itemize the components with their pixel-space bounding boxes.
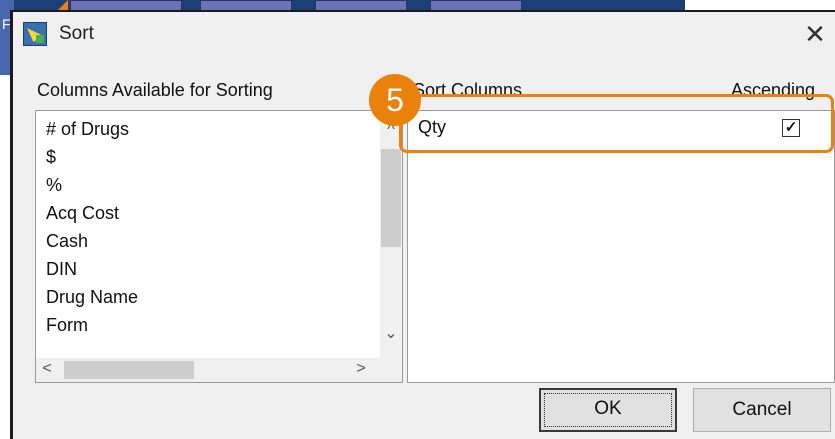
list-item[interactable]: % (46, 171, 138, 199)
vertical-scroll-thumb[interactable] (381, 149, 401, 247)
list-item[interactable]: Acq Cost (46, 199, 138, 227)
sort-dialog: Sort ✕ Columns Available for Sorting Sor… (10, 10, 835, 439)
ascending-label: Ascending (731, 80, 816, 100)
scrollbar-corner (380, 358, 402, 382)
list-item[interactable]: Drug Name (46, 283, 138, 311)
list-item[interactable]: Form (46, 311, 138, 339)
available-columns-label: Columns Available for Sorting (37, 80, 273, 100)
sort-app-icon (23, 22, 47, 46)
horizontal-scrollbar[interactable]: < > (36, 358, 380, 382)
available-columns-items: # of Drugs $ % Acq Cost Cash DIN Drug Na… (46, 115, 138, 339)
list-item[interactable]: DIN (46, 255, 138, 283)
dialog-title: Sort (59, 23, 94, 44)
list-item[interactable]: Cash (46, 227, 138, 255)
list-item[interactable]: # of Drugs (46, 115, 138, 143)
ok-button[interactable]: OK (539, 388, 677, 432)
sort-columns-list[interactable]: Qty ✓ (407, 110, 835, 383)
list-item[interactable]: $ (46, 143, 138, 171)
cancel-button[interactable]: Cancel (693, 388, 831, 432)
ascending-checkbox[interactable]: ✓ (782, 119, 800, 137)
title-bar: Sort ✕ (13, 12, 835, 60)
vertical-scrollbar[interactable]: ^ ⌄ (380, 111, 402, 358)
horizontal-scroll-thumb[interactable] (64, 361, 194, 379)
sort-item-qty[interactable]: Qty (418, 117, 446, 138)
available-columns-list[interactable]: # of Drugs $ % Acq Cost Cash DIN Drug Na… (35, 110, 403, 383)
step-number-badge: 5 (369, 74, 421, 126)
sort-columns-label: Sort Columns (413, 80, 523, 100)
scroll-down-icon[interactable]: ⌄ (380, 323, 402, 343)
close-icon[interactable]: ✕ (801, 20, 829, 48)
scroll-left-icon[interactable]: < (36, 360, 58, 378)
scroll-right-icon[interactable]: > (350, 360, 372, 378)
ok-button-label: OK (594, 398, 622, 419)
